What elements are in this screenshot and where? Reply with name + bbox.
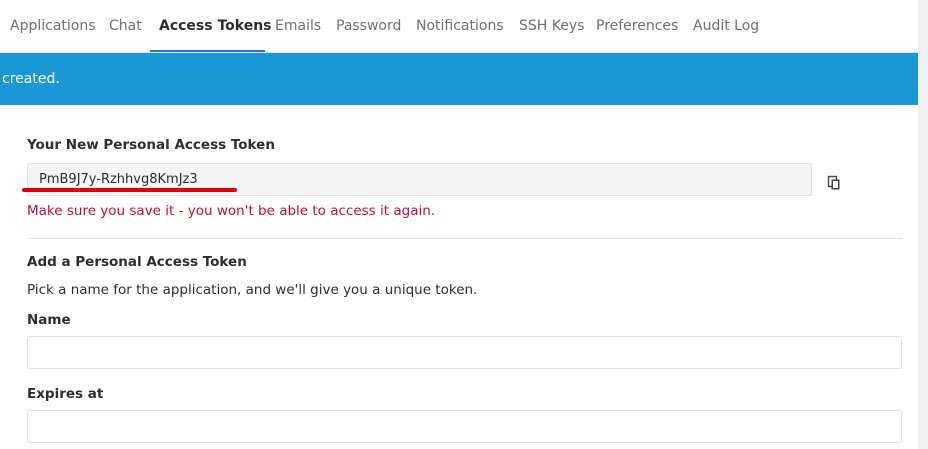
section-divider xyxy=(27,238,902,239)
tab-notifications[interactable]: Notifications xyxy=(416,0,504,52)
flash-message: created. xyxy=(2,71,60,87)
clipboard-icon xyxy=(827,175,840,190)
flash-notice: created. xyxy=(0,53,918,105)
tab-chat[interactable]: Chat xyxy=(109,0,142,52)
copy-token-button[interactable] xyxy=(826,174,842,190)
name-label: Name xyxy=(27,312,71,328)
add-token-description: Pick a name for the application, and we'… xyxy=(27,282,478,298)
tab-password[interactable]: Password xyxy=(336,0,401,52)
active-tab-indicator xyxy=(150,50,265,52)
add-token-heading: Add a Personal Access Token xyxy=(27,254,247,270)
token-save-warning: Make sure you save it - you won't be abl… xyxy=(27,203,436,219)
tab-preferences[interactable]: Preferences xyxy=(596,0,678,52)
tab-ssh-keys[interactable]: SSH Keys xyxy=(519,0,584,52)
page-scroll-gutter xyxy=(918,0,928,449)
settings-tab-bar: Applications Chat Access Tokens Emails P… xyxy=(0,0,918,53)
tab-emails[interactable]: Emails xyxy=(275,0,321,52)
tab-access-tokens[interactable]: Access Tokens xyxy=(159,0,272,52)
new-token-heading: Your New Personal Access Token xyxy=(27,137,275,153)
expires-at-input[interactable] xyxy=(27,410,902,443)
tab-audit-log[interactable]: Audit Log xyxy=(693,0,759,52)
access-tokens-content: Your New Personal Access Token PmB9J7y-R… xyxy=(0,105,918,449)
expires-at-label: Expires at xyxy=(27,386,104,402)
token-redaction-mark xyxy=(22,188,237,192)
token-name-input[interactable] xyxy=(27,336,902,369)
tab-applications[interactable]: Applications xyxy=(10,0,96,52)
